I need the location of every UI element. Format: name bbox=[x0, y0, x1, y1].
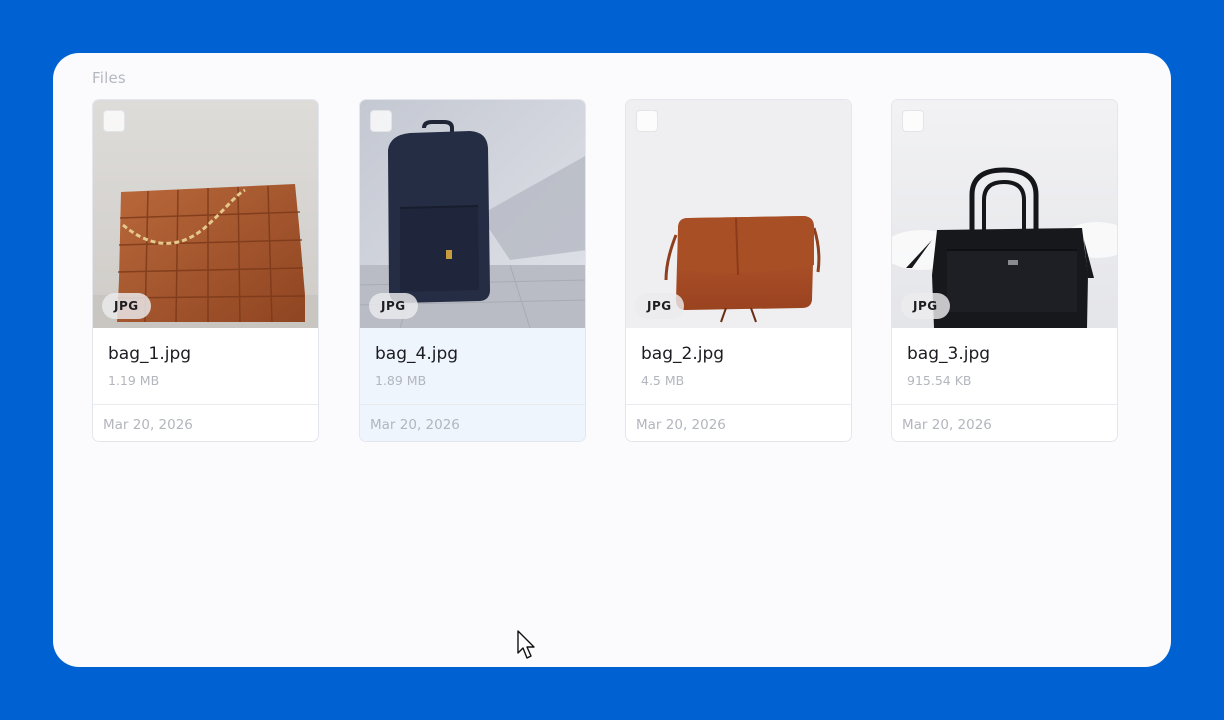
select-checkbox[interactable] bbox=[103, 110, 125, 132]
file-size: 1.19 MB bbox=[108, 373, 160, 388]
file-date: Mar 20, 2026 bbox=[370, 417, 460, 433]
file-size: 4.5 MB bbox=[641, 373, 685, 388]
select-checkbox[interactable] bbox=[902, 110, 924, 132]
file-footer: Mar 20, 2026 bbox=[626, 405, 851, 441]
file-name[interactable]: bag_3.jpg bbox=[907, 344, 990, 364]
file-type-badge: JPG bbox=[635, 293, 684, 319]
section-title: Files bbox=[92, 69, 126, 87]
file-date: Mar 20, 2026 bbox=[103, 417, 193, 433]
file-info: bag_1.jpg 1.19 MB bbox=[93, 328, 318, 405]
file-type-badge: JPG bbox=[901, 293, 950, 319]
file-footer: Mar 20, 2026 bbox=[93, 405, 318, 441]
file-name[interactable]: bag_2.jpg bbox=[641, 344, 724, 364]
files-panel: Files JPG bag_1.jpg 1.19 MB Mar 20, 2026… bbox=[53, 53, 1171, 667]
file-size: 1.89 MB bbox=[375, 373, 427, 388]
file-type-badge: JPG bbox=[369, 293, 418, 319]
file-size: 915.54 KB bbox=[907, 373, 972, 388]
file-card-bag-1[interactable]: JPG bag_1.jpg 1.19 MB Mar 20, 2026 bbox=[92, 99, 319, 442]
select-checkbox[interactable] bbox=[370, 110, 392, 132]
file-date: Mar 20, 2026 bbox=[902, 417, 992, 433]
file-name[interactable]: bag_4.jpg bbox=[375, 344, 458, 364]
file-info: bag_4.jpg 1.89 MB bbox=[360, 328, 585, 405]
file-info: bag_2.jpg 4.5 MB bbox=[626, 328, 851, 405]
select-checkbox[interactable] bbox=[636, 110, 658, 132]
file-footer: Mar 20, 2026 bbox=[360, 405, 585, 441]
file-date: Mar 20, 2026 bbox=[636, 417, 726, 433]
mouse-cursor-icon bbox=[517, 630, 535, 659]
file-name[interactable]: bag_1.jpg bbox=[108, 344, 191, 364]
file-card-bag-4[interactable]: JPG bag_4.jpg 1.89 MB Mar 20, 2026 bbox=[359, 99, 586, 442]
file-card-bag-3[interactable]: JPG bag_3.jpg 915.54 KB Mar 20, 2026 bbox=[891, 99, 1118, 442]
file-info: bag_3.jpg 915.54 KB bbox=[892, 328, 1117, 405]
file-footer: Mar 20, 2026 bbox=[892, 405, 1117, 441]
file-type-badge: JPG bbox=[102, 293, 151, 319]
file-card-bag-2[interactable]: JPG bag_2.jpg 4.5 MB Mar 20, 2026 bbox=[625, 99, 852, 442]
